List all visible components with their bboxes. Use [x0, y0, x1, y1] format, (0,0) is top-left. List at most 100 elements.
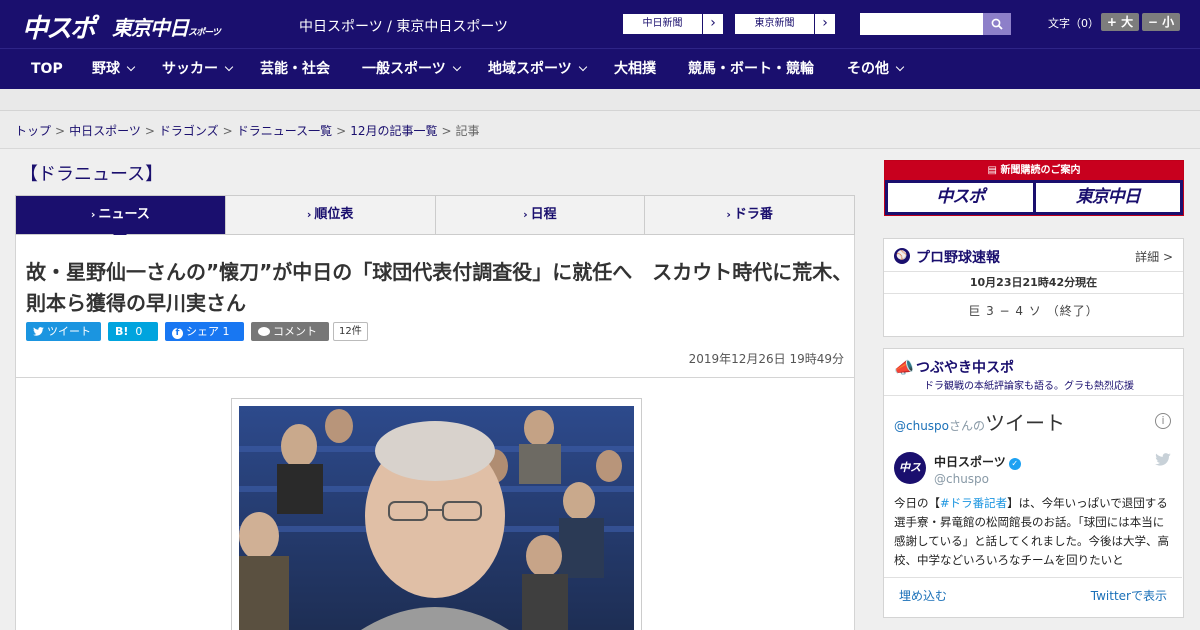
breadcrumb-separator: > — [222, 124, 233, 138]
embed-link[interactable]: 埋め込む — [899, 587, 947, 604]
article-photo-image — [239, 406, 634, 630]
search-input[interactable] — [860, 13, 983, 35]
timeline-suffix: さんの — [949, 419, 986, 433]
game-score[interactable]: 巨 3 − 4 ソ （終了） — [884, 294, 1183, 328]
tab-schedule[interactable]: › 日程 — [436, 196, 646, 234]
section-tabs: › ニュース › 順位表 › 日程 › ドラ番 — [15, 195, 855, 241]
divider — [16, 377, 854, 378]
nav-item-other[interactable]: その他 — [847, 49, 905, 90]
facebook-icon: f — [172, 328, 183, 339]
chevron-right-icon: › — [822, 15, 828, 31]
nav-item-soccer[interactable]: サッカー — [162, 49, 234, 90]
nav-label: 大相撲 — [614, 61, 656, 77]
ad-logo-chuspo[interactable]: 中スポ — [888, 183, 1033, 212]
nav-item-top[interactable]: TOP — [31, 49, 63, 90]
breadcrumb-link[interactable]: ドラゴンズ — [159, 124, 219, 138]
breadcrumb: トップ > 中日スポーツ > ドラゴンズ > ドラニュース一覧 >12月の記事一覧 > 記事 — [15, 122, 480, 139]
breadcrumb-link[interactable]: 中日スポーツ — [69, 124, 141, 138]
tokyo-shimbun-link[interactable]: 東京新聞 › — [734, 13, 836, 35]
view-on-twitter-link[interactable]: Twitterで表示 — [1091, 587, 1167, 604]
chevron-down-icon — [578, 62, 587, 72]
account-name-text: 中日スポーツ — [934, 455, 1006, 469]
twitter-bird-icon[interactable] — [1155, 453, 1171, 470]
widget-header: ⚾ プロ野球速報 詳細 > — [884, 239, 1183, 272]
ext-link-label: 中日新聞 — [623, 14, 703, 34]
details-link[interactable]: 詳細 > — [1135, 248, 1173, 265]
chunichi-shimbun-link[interactable]: 中日新聞 › — [622, 13, 724, 35]
twitter-widget: 📣 つぶやき中スポ ドラ観戦の本紙評論家も語る。グラも熱烈応援 @chuspoさ… — [883, 348, 1184, 618]
nav-label: 一般スポーツ — [362, 61, 446, 77]
tab-label: ドラ番 — [733, 207, 773, 222]
facebook-share-button[interactable]: f シェア 1 — [165, 322, 244, 341]
nav-label: 地域スポーツ — [488, 61, 572, 77]
tokyo-chunichi-logo[interactable]: 東京中日スポーツ — [112, 12, 221, 41]
megaphone-icon: 📣 — [894, 358, 914, 377]
nav-item-racing[interactable]: 競馬・ボート・競輪 — [688, 49, 814, 90]
ad-logo-tokyo-chunichi[interactable]: 東京中日 — [1035, 183, 1180, 212]
chevron-right-icon: › — [306, 208, 312, 221]
nav-item-entertainment[interactable]: 芸能・社会 — [260, 49, 330, 90]
tab-label: 日程 — [530, 207, 557, 222]
verified-icon: ✓ — [1008, 458, 1021, 470]
tokyo-logo-small: スポーツ — [188, 28, 221, 38]
chuspo-logo[interactable]: 中スポ — [22, 8, 96, 45]
article-date: 2019年12月26日 19時49分 — [688, 352, 844, 366]
hatena-icon: B! — [115, 325, 129, 338]
tab-news[interactable]: › ニュース — [16, 196, 226, 241]
info-icon[interactable]: i — [1155, 413, 1171, 429]
comment-count[interactable]: 12件 — [333, 322, 368, 341]
hatena-bookmark-button[interactable]: B! 0 — [108, 322, 158, 341]
breadcrumb-link[interactable]: ドラニュース一覧 — [237, 124, 332, 138]
breadcrumb-link[interactable]: 12月の記事一覧 — [350, 124, 437, 138]
account-name[interactable]: 中日スポーツ ✓ — [934, 453, 1021, 470]
tweet-button[interactable]: ツイート — [26, 322, 101, 341]
breadcrumb-current: 記事 — [455, 124, 480, 138]
timeline-title: ツイート — [985, 411, 1066, 435]
chevron-down-icon — [224, 62, 234, 72]
search-button[interactable] — [983, 13, 1011, 35]
tab-dora-ban[interactable]: › ドラ番 — [645, 196, 854, 234]
article-photo[interactable] — [239, 406, 634, 630]
font-decrease-button[interactable]: − 小 — [1142, 13, 1180, 31]
score-timestamp: 10月23日21時42分現在 — [884, 272, 1183, 294]
timeline-handle: @chuspo — [894, 419, 950, 433]
breadcrumb-separator: > — [55, 124, 66, 138]
nav-label: その他 — [847, 61, 889, 77]
hashtag-link[interactable]: #ドラ番記者 — [940, 496, 1007, 510]
article-photo-frame — [231, 398, 642, 630]
nav-item-sumo[interactable]: 大相撲 — [614, 49, 656, 90]
avatar[interactable]: 中スポ — [894, 452, 926, 506]
subscription-ad[interactable]: ▤ 新聞購読のご案内 中スポ 東京中日 — [884, 160, 1184, 216]
ext-link-label: 東京新聞 — [735, 14, 815, 34]
breadcrumb-link[interactable]: トップ — [15, 124, 51, 138]
comment-label: コメント — [273, 325, 317, 338]
nav-item-local-sports[interactable]: 地域スポーツ — [488, 49, 587, 90]
widget-subtitle: ドラ観戦の本紙評論家も語る。グラも熱烈応援 — [924, 381, 1134, 392]
hatena-count: 0 — [135, 325, 143, 338]
nav-item-baseball[interactable]: 野球 — [92, 49, 136, 90]
chevron-right-icon: › — [710, 15, 716, 31]
comment-button[interactable]: コメント — [251, 322, 329, 341]
top-header: 中スポ 東京中日スポーツ 中日スポーツ / 東京中日スポーツ 中日新聞 › 東京… — [0, 0, 1200, 48]
nav-item-general-sports[interactable]: 一般スポーツ — [362, 49, 461, 90]
tweet-text: 今日の【#ドラ番記者】は、今年いっぱいで退団する選手寮・昇竜館の松岡館長のお話。… — [894, 494, 1174, 570]
twitter-bird-icon — [33, 327, 44, 336]
facebook-count: 1 — [222, 325, 230, 338]
account-handle[interactable]: @chuspo — [934, 472, 989, 486]
newspaper-icon: ▤ — [987, 165, 1001, 176]
font-increase-button[interactable]: + 大 — [1101, 13, 1139, 31]
main-nav: TOP 野球 サッカー 芸能・社会 一般スポーツ 地域スポーツ 大相撲 競馬・ボ… — [0, 48, 1200, 89]
tweet-label: ツイート — [47, 325, 91, 338]
baseball-icon: ⚾ — [894, 248, 910, 264]
ad-heading-text: 新聞購読のご案内 — [1000, 165, 1081, 176]
tokyo-logo-text: 東京中日 — [112, 16, 189, 40]
breadcrumb-separator: > — [336, 124, 347, 138]
share-row: ツイート B! 0 f シェア 1 コメント 12件 — [26, 322, 368, 341]
tab-standings[interactable]: › 順位表 — [226, 196, 436, 234]
divider — [884, 395, 1183, 396]
tweet-text-pre: 今日の【 — [894, 496, 940, 510]
article-headline: 故・星野仙一さんの”懐刀”が中日の「球団代表付調査役」に就任へ スカウト時代に荒… — [26, 260, 853, 315]
widget-title: つぶやき中スポ — [916, 360, 1014, 376]
timeline-header[interactable]: @chuspoさんのツイート — [894, 407, 1065, 436]
tab-label: 順位表 — [314, 207, 354, 222]
